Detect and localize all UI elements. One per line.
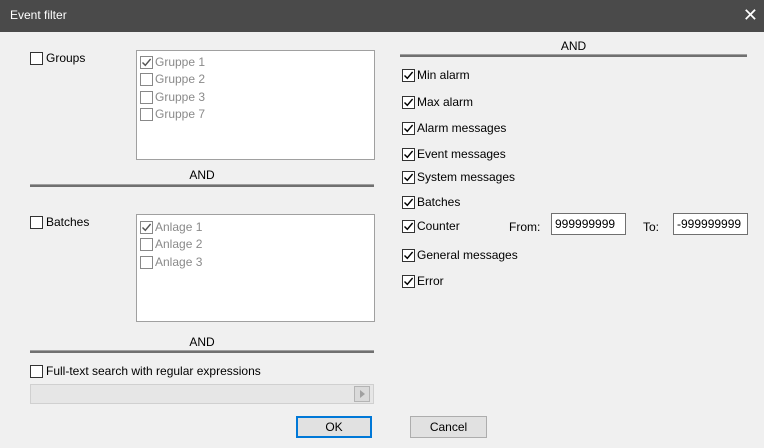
group-item-2-checkbox[interactable] bbox=[140, 73, 153, 86]
min-alarm-label: Min alarm bbox=[417, 68, 470, 82]
group-item-3-checkbox[interactable] bbox=[140, 91, 153, 104]
and-label-batches: AND bbox=[189, 335, 215, 349]
counter-to-label: To: bbox=[643, 220, 660, 234]
batches-option-checkbox[interactable] bbox=[402, 196, 415, 209]
title-bar: Event filter ✕ bbox=[0, 0, 764, 32]
batch-item-1-label: Anlage 1 bbox=[155, 220, 203, 234]
groups-checkbox[interactable] bbox=[30, 52, 43, 65]
error-label: Error bbox=[417, 274, 444, 288]
counter-from-input[interactable]: 999999999 bbox=[551, 213, 626, 235]
close-icon[interactable]: ✕ bbox=[743, 4, 758, 26]
group-item-1-checkbox[interactable] bbox=[140, 56, 153, 69]
batch-item-2-label: Anlage 2 bbox=[155, 237, 203, 251]
scroll-right-button[interactable] bbox=[354, 386, 370, 402]
batches-listbox[interactable]: Anlage 1 Anlage 2 Anlage 3 bbox=[136, 214, 375, 322]
error-checkbox[interactable] bbox=[402, 275, 415, 288]
max-alarm-checkbox[interactable] bbox=[402, 96, 415, 109]
counter-label: Counter bbox=[417, 219, 460, 233]
counter-from-label: From: bbox=[509, 220, 541, 234]
general-messages-checkbox[interactable] bbox=[402, 249, 415, 262]
event-messages-label: Event messages bbox=[417, 147, 506, 161]
groups-label: Groups bbox=[46, 51, 86, 65]
and-label-options: AND bbox=[560, 39, 587, 53]
group-item-3-label: Gruppe 3 bbox=[155, 90, 206, 104]
cancel-button[interactable]: Cancel bbox=[410, 416, 487, 438]
general-messages-label: General messages bbox=[417, 248, 518, 262]
batches-option-label: Batches bbox=[417, 195, 461, 209]
alarm-messages-label: Alarm messages bbox=[417, 121, 507, 135]
system-messages-checkbox[interactable] bbox=[402, 171, 415, 184]
min-alarm-checkbox[interactable] bbox=[402, 69, 415, 82]
fulltext-label: Full-text search with regular expression… bbox=[46, 364, 261, 378]
separator-batches bbox=[30, 350, 374, 353]
batches-checkbox[interactable] bbox=[30, 216, 43, 229]
and-label-groups: AND bbox=[189, 168, 215, 182]
event-messages-checkbox[interactable] bbox=[402, 148, 415, 161]
batch-item-3-checkbox[interactable] bbox=[140, 256, 153, 269]
group-item-4-checkbox[interactable] bbox=[140, 108, 153, 121]
ok-button[interactable]: OK bbox=[296, 416, 372, 438]
batch-item-2-checkbox[interactable] bbox=[140, 238, 153, 251]
alarm-messages-checkbox[interactable] bbox=[402, 122, 415, 135]
fulltext-checkbox[interactable] bbox=[30, 365, 43, 378]
group-item-4-label: Gruppe 7 bbox=[155, 107, 206, 121]
group-item-1-label: Gruppe 1 bbox=[155, 55, 206, 69]
counter-checkbox[interactable] bbox=[402, 220, 415, 233]
separator-options bbox=[400, 54, 747, 57]
batch-item-1-checkbox[interactable] bbox=[140, 221, 153, 234]
separator-groups bbox=[30, 184, 374, 187]
system-messages-label: System messages bbox=[417, 170, 516, 184]
max-alarm-label: Max alarm bbox=[417, 95, 474, 109]
arrow-right-icon bbox=[360, 390, 365, 398]
batches-label: Batches bbox=[46, 215, 90, 229]
counter-to-input[interactable]: -999999999 bbox=[673, 213, 748, 235]
groups-listbox[interactable]: Gruppe 1 Gruppe 2 Gruppe 3 Gruppe 7 bbox=[136, 50, 375, 160]
batch-item-3-label: Anlage 3 bbox=[155, 255, 203, 269]
group-item-2-label: Gruppe 2 bbox=[155, 72, 206, 86]
fulltext-input[interactable] bbox=[30, 384, 374, 404]
window-title: Event filter bbox=[10, 8, 67, 22]
